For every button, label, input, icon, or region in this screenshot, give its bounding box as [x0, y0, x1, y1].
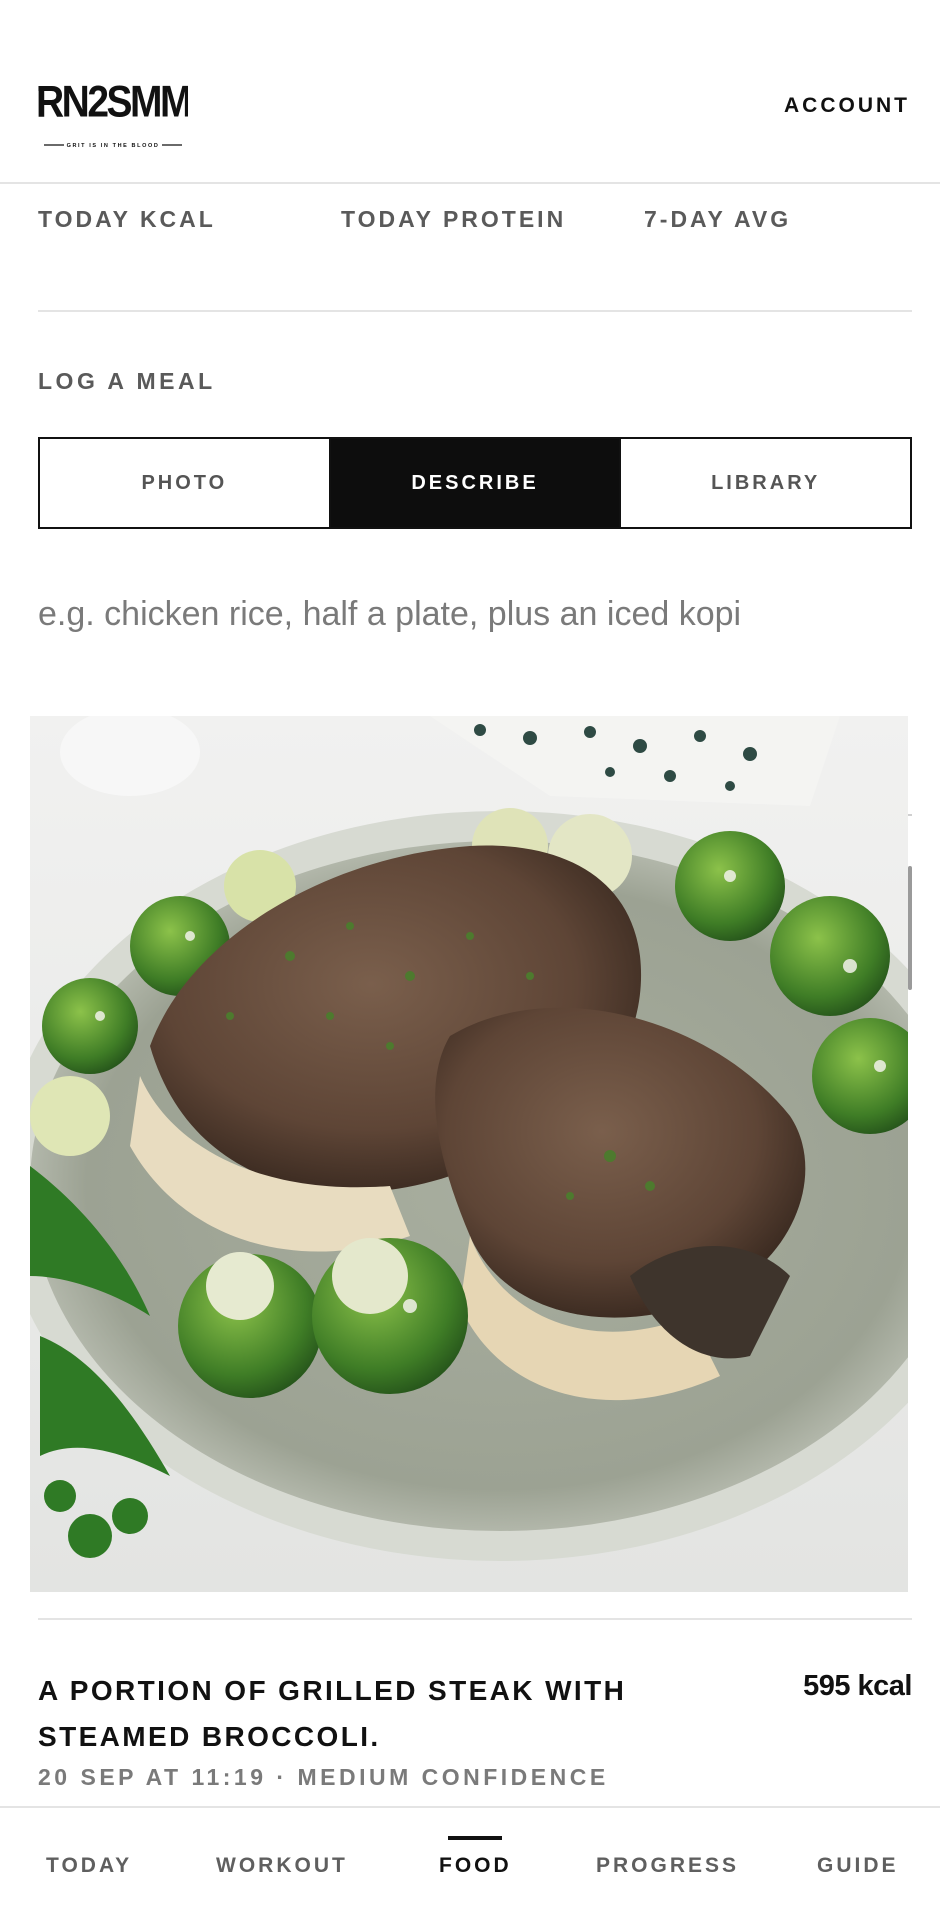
food-screen: TRN2SMMT GRIT IS IN THE BLOOD ACCOUNT TO…	[0, 0, 940, 1920]
logo-wordmark: TRN2SMMT	[38, 76, 188, 126]
scroll-track-tick	[908, 814, 912, 816]
bottom-nav: TODAY WORKOUT FOOD PROGRESS GUIDE	[0, 1806, 940, 1920]
tab-describe[interactable]: DESCRIBE	[328, 439, 620, 527]
log-method-tabs: PHOTO DESCRIBE LIBRARY	[38, 437, 912, 529]
today-kcal-label: TODAY KCAL	[38, 206, 216, 232]
meal-entry-divider	[38, 1618, 912, 1620]
log-meal-heading: LOG A MEAL	[38, 368, 216, 394]
brand-logo[interactable]: TRN2SMMT GRIT IS IN THE BLOOD	[38, 66, 188, 150]
nav-workout[interactable]: WORKOUT	[216, 1854, 348, 1878]
nav-guide[interactable]: GUIDE	[817, 1854, 899, 1878]
meal-description-input[interactable]	[38, 584, 912, 644]
today-protein-label: TODAY PROTEIN	[341, 206, 567, 232]
meal-photo[interactable]	[30, 716, 908, 1592]
seven-day-avg-label: 7-DAY AVG	[644, 206, 792, 232]
tab-library[interactable]: LIBRARY	[619, 439, 911, 527]
meal-title[interactable]: A PORTION OF GRILLED STEAK WITH STEAMED …	[38, 1668, 678, 1760]
tab-photo[interactable]: PHOTO	[40, 439, 329, 527]
nav-today[interactable]: TODAY	[46, 1854, 132, 1878]
meal-kcal: 595 kcal	[803, 1670, 912, 1702]
scrollbar-thumb[interactable]	[908, 866, 912, 990]
nav-food[interactable]: FOOD	[439, 1854, 512, 1878]
nav-active-indicator	[448, 1836, 502, 1840]
steak-broccoli-photo-icon	[30, 716, 908, 1592]
nav-progress[interactable]: PROGRESS	[596, 1854, 739, 1878]
logo-tagline: GRIT IS IN THE BLOOD	[67, 143, 160, 149]
meal-meta: 20 SEP AT 11:19 · MEDIUM CONFIDENCE	[38, 1764, 609, 1790]
app-header: TRN2SMMT GRIT IS IN THE BLOOD ACCOUNT	[0, 0, 940, 184]
account-button[interactable]: ACCOUNT	[784, 94, 910, 118]
stats-row: TODAY KCAL TODAY PROTEIN 7-DAY AVG	[38, 184, 912, 312]
